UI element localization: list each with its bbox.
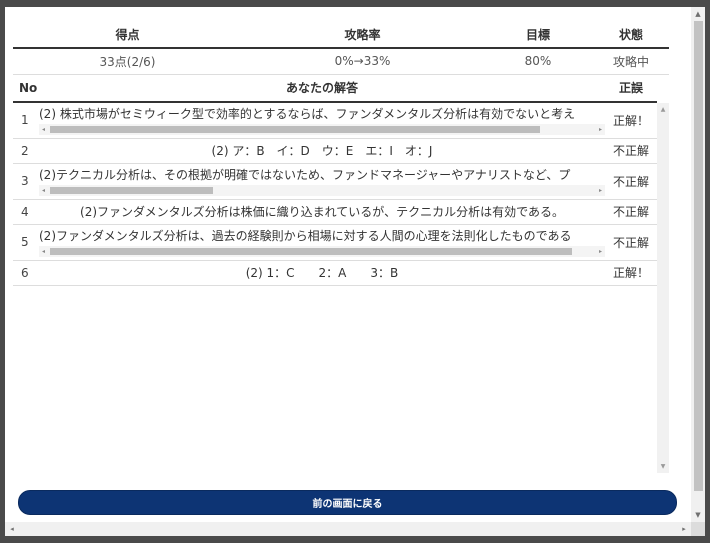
arrow-left-icon[interactable]: ◂: [39, 124, 48, 135]
answer-cell: (2)ファンダメンタルズ分析は株価に織り込まれているが、テクニカル分析は有効であ…: [39, 203, 605, 220]
answer-scrollbar[interactable]: ◂ ▸: [39, 124, 605, 135]
row-result: 正解！: [612, 266, 649, 280]
answer-text: (2) 1：C 2：A 3：B: [245, 266, 399, 280]
answer-row: 6 (2) 1：C 2：A 3：B 正解！: [13, 261, 657, 286]
result-content: 得点 攻略率 目標 状態 33点(2/6) 0%→33% 80% 攻略中 No: [13, 21, 669, 473]
answers-header: No あなたの解答 正誤: [13, 75, 657, 103]
answer-cell: (2) ア：B イ：D ウ：E エ：I オ：J: [39, 142, 605, 159]
answer-cell: (2) 株式市場がセミウィーク型で効率的とするならば、ファンダメンタルズ分析は有…: [39, 105, 605, 135]
arrow-down-icon[interactable]: ▼: [693, 510, 703, 520]
rate-header: 攻略率: [242, 21, 483, 49]
page-horizontal-scrollbar[interactable]: ◂ ▸: [5, 522, 691, 536]
row-no: 5: [21, 235, 29, 249]
arrow-left-icon[interactable]: ◂: [39, 185, 48, 196]
answer-header: あなたの解答: [285, 81, 358, 95]
page-scroll-thumb[interactable]: [694, 21, 703, 491]
arrow-right-icon[interactable]: ▸: [596, 124, 605, 135]
browser-frame: 得点 攻略率 目標 状態 33点(2/6) 0%→33% 80% 攻略中 No: [5, 7, 705, 536]
answer-cell: (2) 1：C 2：A 3：B: [39, 264, 605, 281]
answer-row: 1 (2) 株式市場がセミウィーク型で効率的とするならば、ファンダメンタルズ分析…: [13, 103, 657, 139]
answer-cell: (2)テクニカル分析は、その根拠が明確ではないため、ファンドマネージャーやアナリ…: [39, 166, 605, 196]
scroll-thumb[interactable]: [50, 126, 540, 133]
arrow-left-icon[interactable]: ◂: [7, 523, 17, 535]
back-button[interactable]: 前の画面に戻る: [18, 490, 677, 515]
answer-text: (2) ア：B イ：D ウ：E エ：I オ：J: [211, 144, 433, 158]
result-header: 正誤: [618, 81, 643, 95]
arrow-right-icon[interactable]: ▸: [596, 246, 605, 257]
target-value: 80%: [483, 48, 593, 75]
answer-row: 2 (2) ア：B イ：D ウ：E エ：I オ：J 不正解: [13, 139, 657, 164]
row-no: 1: [21, 113, 29, 127]
arrow-right-icon[interactable]: ▸: [596, 185, 605, 196]
answer-row: 5 (2)ファンダメンタルズ分析は、過去の経験則から相場に対する人間の心理を法則…: [13, 225, 657, 261]
row-result: 不正解: [612, 144, 649, 158]
answer-text: (2)ファンダメンタルズ分析は、過去の経験則から相場に対する人間の心理を法則化し…: [39, 229, 572, 243]
rate-value: 0%→33%: [242, 48, 483, 75]
score-header: 得点: [13, 21, 242, 49]
scroll-thumb[interactable]: [50, 187, 213, 194]
scroll-thumb[interactable]: [50, 248, 572, 255]
arrow-up-icon[interactable]: ▲: [693, 9, 703, 19]
stats-table: 得点 攻略率 目標 状態 33点(2/6) 0%→33% 80% 攻略中: [13, 21, 669, 75]
answers-panel[interactable]: No あなたの解答 正誤 1 (2) 株式市場がセミウィーク型で効率的とするなら…: [13, 75, 669, 473]
arrow-left-icon[interactable]: ◂: [39, 246, 48, 257]
answer-text: (2)テクニカル分析は、その根拠が明確ではないため、ファンドマネージャーやアナリ…: [39, 168, 571, 182]
no-header: No: [19, 80, 38, 95]
row-no: 3: [21, 174, 29, 188]
answer-row: 4 (2)ファンダメンタルズ分析は株価に織り込まれているが、テクニカル分析は有効…: [13, 200, 657, 225]
score-value: 33点(2/6): [13, 48, 242, 75]
page-vertical-scrollbar[interactable]: ▲ ▼: [691, 7, 705, 522]
target-header: 目標: [483, 21, 593, 49]
answer-scrollbar[interactable]: ◂ ▸: [39, 185, 605, 196]
arrow-up-icon[interactable]: ▲: [658, 106, 668, 113]
answer-scrollbar[interactable]: ◂ ▸: [39, 246, 605, 257]
row-no: 2: [21, 143, 29, 158]
scrollbar-corner: [691, 522, 705, 536]
answers-scrollbar[interactable]: ▲ ▼: [657, 102, 669, 473]
arrow-right-icon[interactable]: ▸: [679, 523, 689, 535]
status-header: 状態: [593, 21, 669, 49]
row-no: 6: [21, 265, 29, 280]
answer-text: (2) 株式市場がセミウィーク型で効率的とするならば、ファンダメンタルズ分析は有…: [39, 107, 576, 121]
row-result: 不正解: [612, 235, 649, 250]
answer-cell: (2)ファンダメンタルズ分析は、過去の経験則から相場に対する人間の心理を法則化し…: [39, 227, 605, 257]
answer-row: 3 (2)テクニカル分析は、その根拠が明確ではないため、ファンドマネージャーやア…: [13, 164, 657, 200]
row-result: 正解！: [612, 113, 649, 128]
arrow-down-icon[interactable]: ▼: [658, 463, 668, 470]
row-result: 不正解: [612, 174, 649, 189]
status-value: 攻略中: [593, 48, 669, 75]
answer-text: (2)ファンダメンタルズ分析は株価に織り込まれているが、テクニカル分析は有効であ…: [80, 205, 564, 219]
row-result: 不正解: [612, 205, 649, 219]
row-no: 4: [21, 204, 29, 219]
